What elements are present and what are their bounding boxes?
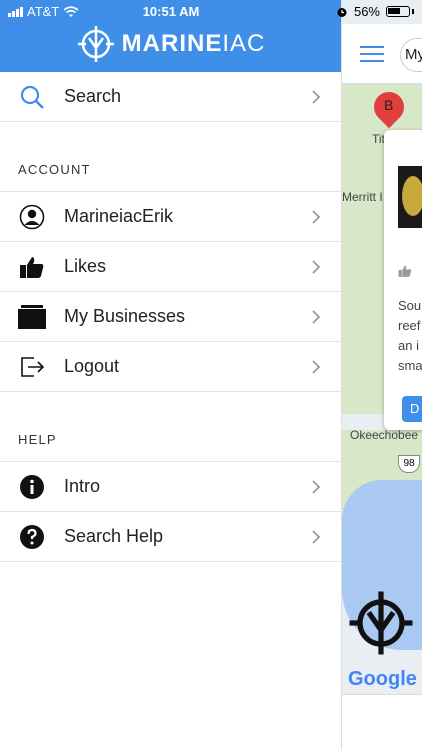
menu-item-my-businesses[interactable]: My Businesses (0, 292, 341, 342)
info-icon (18, 473, 46, 501)
business-thumbnail (398, 166, 422, 228)
marineiac-logo: MARINEIAC (76, 24, 266, 64)
marineiac-trident-watermark-icon (349, 591, 413, 655)
chevron-right-icon (312, 479, 321, 494)
google-logo: Google (348, 668, 417, 690)
menu-item-logout[interactable]: Logout (0, 342, 341, 392)
card-action-button[interactable]: D (402, 396, 422, 422)
battery-icon (386, 6, 410, 17)
chevron-right-icon (312, 89, 321, 104)
menu-item-label: Search Help (64, 526, 164, 546)
chevron-right-icon (312, 529, 321, 544)
menu-item-label: Search (64, 86, 122, 106)
chevron-right-icon (312, 309, 321, 324)
map-view[interactable]: My B Titu Merritt I Okeechobee 98 Sou re… (342, 0, 422, 750)
user-icon (18, 203, 46, 231)
chevron-right-icon (312, 259, 321, 274)
logo-text: MARINEIAC (121, 30, 266, 57)
battery-percent: 56% (353, 4, 380, 19)
question-icon (18, 523, 46, 551)
thumbs-up-icon (398, 265, 412, 277)
trident-logo-icon (77, 26, 114, 62)
menu-item-search-help[interactable]: Search Help (0, 512, 341, 562)
logout-icon (18, 353, 46, 381)
clock: 10:51 AM (142, 4, 200, 19)
map-place-label: Merritt I (342, 190, 383, 204)
menu-item-search[interactable]: Search (0, 72, 341, 122)
map-pin-label: B (384, 97, 394, 113)
status-right: 56% (336, 4, 414, 19)
location-pill[interactable]: My (400, 38, 422, 72)
menu-item-label: Intro (64, 476, 101, 496)
navigation-drawer: MARINEIAC Search ACCOUNT MarineiacErik L… (0, 0, 342, 750)
menu-item-label: Likes (64, 256, 107, 276)
thumbs-up-icon (18, 253, 46, 281)
account-section-title: ACCOUNT (0, 122, 341, 192)
search-icon (18, 83, 46, 111)
map-place-label: Okeechobee (350, 428, 419, 442)
map-top-bar: My (342, 24, 422, 84)
menu-item-label: MarineiacErik (64, 206, 174, 226)
route-shield: 98 (398, 455, 420, 473)
folder-icon (18, 303, 46, 331)
chevron-right-icon (312, 359, 321, 374)
menu-item-intro[interactable]: Intro (0, 462, 341, 512)
help-section-title: HELP (0, 392, 341, 462)
chevron-right-icon (312, 209, 321, 224)
menu-item-label: Logout (64, 356, 120, 376)
map-bottom-bar (342, 694, 422, 750)
business-description: Sou reef an i sma (398, 298, 422, 373)
menu-item-label: My Businesses (64, 306, 186, 326)
menu-item-profile[interactable]: MarineiacErik (0, 192, 341, 242)
business-card[interactable]: Sou reef an i sma D (384, 130, 422, 430)
menu-item-likes[interactable]: Likes (0, 242, 341, 292)
hamburger-menu-icon[interactable] (360, 46, 384, 67)
alarm-icon (337, 7, 347, 17)
status-bar: AT&T 10:51 AM 56% (0, 0, 422, 24)
